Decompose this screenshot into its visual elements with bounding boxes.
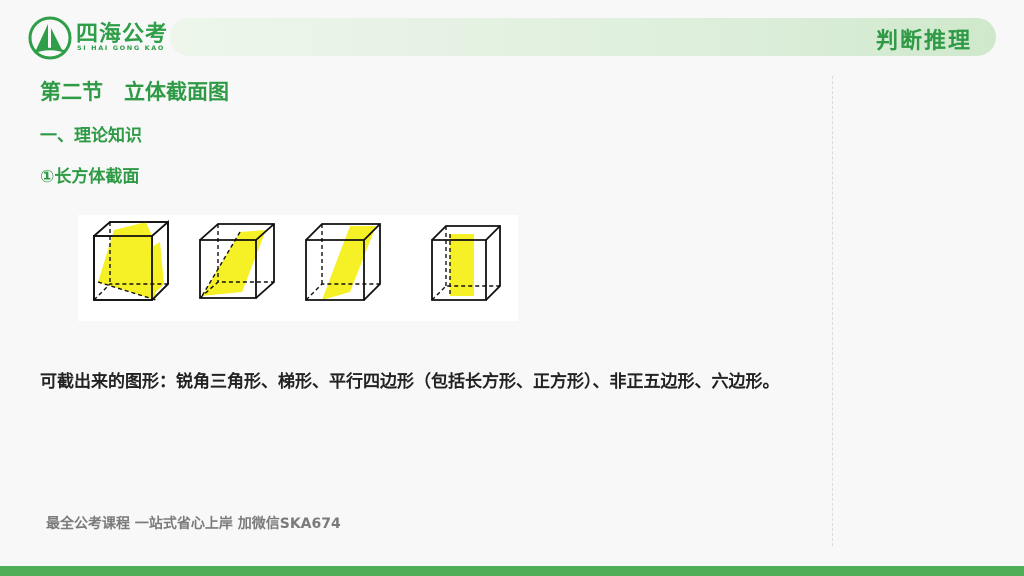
section-shapes-description: 可截出来的图形：锐角三角形、梯形、平行四边形（包括长方形、正方形）、非正五边形、… (40, 372, 780, 392)
cube-figure-4 (431, 225, 501, 301)
subheading-cuboid-section: ①长方体截面 (40, 167, 140, 187)
section-title: 第二节 立体截面图 (40, 80, 229, 104)
bottom-accent-bar (0, 566, 1024, 576)
cube-figure-2 (199, 223, 275, 299)
cube-figure-3 (305, 223, 381, 301)
subject-title: 判断推理 (875, 29, 972, 54)
vertical-divider (832, 76, 833, 546)
brand-subtitle: SI HAI GONG KAO (77, 44, 166, 52)
sailboat-logo-icon (28, 16, 72, 60)
cube-figure-1 (93, 220, 169, 301)
header-bar (170, 18, 996, 56)
subheading-theory: 一、理论知识 (40, 126, 142, 146)
footer-watermark-note: 最全公考课程 一站式省心上岸 加微信SKA674 (46, 516, 341, 532)
